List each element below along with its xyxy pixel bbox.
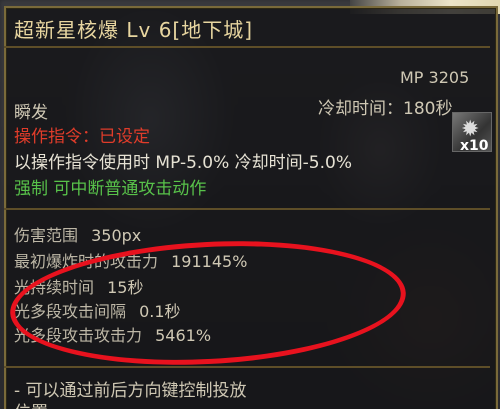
stat-label: 伤害范围 — [14, 226, 79, 245]
stat-range: 伤害范围 350px — [14, 222, 141, 246]
command-effect: 以操作指令使用时 MP-5.0% 冷却时间-5.0% — [14, 153, 352, 173]
control-note: - 可以通过前后方向键控制投放 — [14, 381, 247, 401]
game-scene: 超新星核爆 Lv 6[地下城] MP 3205 瞬发 冷却时间：180秒 操作指… — [0, 0, 500, 409]
cooldown-time: 冷却时间：180秒 — [318, 99, 453, 119]
cast-type: 瞬发 — [14, 103, 48, 123]
command-status: 操作指令：已设定 — [14, 127, 150, 147]
control-note-continued: 位置 — [14, 398, 48, 409]
skill-title: 超新星核爆 Lv 6[地下城] — [14, 18, 254, 42]
force-cancel-note: 强制 可中断普通攻击动作 — [14, 179, 207, 199]
title-divider — [4, 46, 490, 48]
skill-icon-count: x10 — [460, 138, 489, 154]
mp-cost: MP 3205 — [400, 68, 470, 87]
stat-value: 350px — [91, 226, 142, 245]
notes-divider — [4, 366, 490, 368]
stats-divider — [4, 208, 490, 210]
